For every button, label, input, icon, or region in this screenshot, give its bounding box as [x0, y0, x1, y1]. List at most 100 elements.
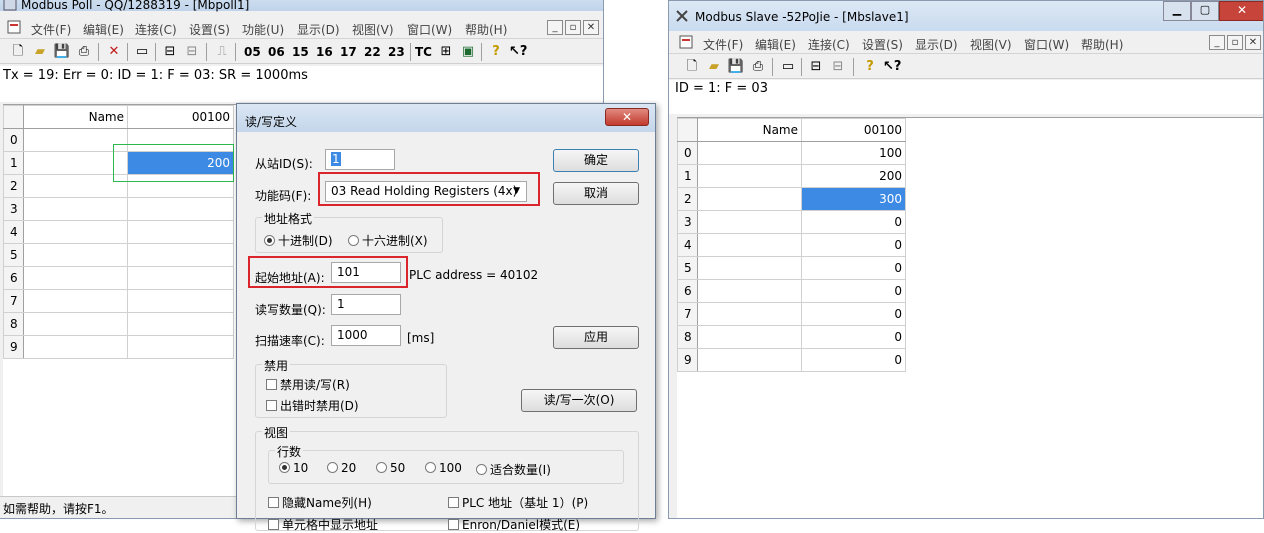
table-row[interactable]: 5 [3, 243, 234, 267]
table-row[interactable]: 90 [677, 348, 906, 372]
disable-rw-checkbox[interactable]: 禁用读/写(R) [266, 376, 350, 393]
fc-22-button[interactable]: 22 [364, 45, 381, 59]
table-row[interactable]: 80 [677, 325, 906, 349]
new-file-icon[interactable]: 🗋 [683, 58, 701, 76]
poll-menu-window[interactable]: 窗口(W) [407, 21, 452, 38]
slave-titlebar[interactable]: Modbus Slave -52PoJie - [Mbslave1] ▁ ▢ ✕ [669, 1, 1263, 31]
print-icon[interactable]: ⎙ [749, 58, 767, 76]
poll-col-addr[interactable]: 00100 [127, 105, 234, 129]
table-row[interactable]: 4 [3, 220, 234, 244]
disconnect-icon[interactable]: ⊟ [829, 58, 847, 76]
table-row[interactable]: 70 [677, 302, 906, 326]
table-row[interactable]: 0 100 [677, 141, 906, 165]
save-icon[interactable]: 💾 [727, 58, 745, 76]
disconnect-icon[interactable]: ⊟ [183, 43, 201, 61]
table-row[interactable]: 6 [3, 266, 234, 290]
slave-menu-file[interactable]: 文件(F) [703, 36, 743, 53]
help-icon[interactable]: ? [487, 43, 505, 61]
fc-23-button[interactable]: 23 [388, 45, 405, 59]
quantity-field[interactable]: 1 [331, 294, 401, 315]
table-row[interactable]: 30 [677, 210, 906, 234]
fc-17-button[interactable]: 17 [340, 45, 357, 59]
maximize-icon[interactable]: ▢ [1191, 1, 1219, 21]
monitor-icon[interactable]: ▣ [459, 43, 477, 61]
restore-icon[interactable]: ▫ [1227, 35, 1243, 50]
poll-menu-view[interactable]: 视图(V) [352, 21, 394, 38]
disable-on-error-checkbox[interactable]: 出错时禁用(D) [266, 397, 359, 414]
poll-col-name[interactable]: Name [23, 105, 128, 129]
plc-base-checkbox[interactable]: PLC 地址（基址 1）(P) [448, 494, 588, 511]
slave-col-name[interactable]: Name [697, 118, 802, 142]
open-folder-icon[interactable]: ▰ [31, 43, 49, 61]
slave-menu-window[interactable]: 窗口(W) [1024, 36, 1069, 53]
slave-doc-icon[interactable] [679, 35, 693, 49]
apply-button[interactable]: 应用 [553, 326, 639, 349]
minimize-icon[interactable]: _ [1209, 35, 1225, 50]
minimize-icon[interactable]: ▁ [1163, 1, 1191, 21]
table-row[interactable]: 7 [3, 289, 234, 313]
table-row[interactable]: 50 [677, 256, 906, 280]
fc-15-button[interactable]: 15 [292, 45, 309, 59]
slave-selected-cell[interactable]: 300 [801, 187, 906, 211]
decimal-radio[interactable]: 十进制(D) [264, 232, 333, 249]
poll-menu-display[interactable]: 显示(D) [297, 21, 340, 38]
slave-menu-edit[interactable]: 编辑(E) [755, 36, 796, 53]
hide-name-checkbox[interactable]: 隐藏Name列(H) [268, 494, 372, 511]
slave-menu-connect[interactable]: 连接(C) [808, 36, 850, 53]
table-row[interactable]: 1 200 [677, 164, 906, 188]
slave-menu-help[interactable]: 帮助(H) [1081, 36, 1123, 53]
connect-icon[interactable]: ⊟ [807, 58, 825, 76]
context-help-icon[interactable]: ↖? [509, 43, 527, 61]
poll-menu-setup[interactable]: 设置(S) [189, 21, 230, 38]
table-row[interactable]: 8 [3, 312, 234, 336]
rows-fit-radio[interactable]: 适合数量(I) [476, 461, 551, 478]
table-row[interactable]: 60 [677, 279, 906, 303]
rows-20-radio[interactable]: 20 [327, 461, 356, 475]
poll-titlebar[interactable]: Modbus Poll - QQ/1288319 - [Mbpoll1] [0, 0, 603, 12]
rows-100-radio[interactable]: 100 [425, 461, 462, 475]
ok-button[interactable]: 确定 [553, 149, 639, 172]
table-row[interactable]: 3 [3, 197, 234, 221]
restore-icon[interactable]: ▫ [565, 20, 581, 35]
close-icon[interactable]: ✕ [1219, 1, 1263, 21]
fc-16-button[interactable]: 16 [316, 45, 333, 59]
connect-icon[interactable]: ⊟ [161, 43, 179, 61]
close-icon[interactable]: ✕ [583, 20, 599, 35]
slave-col-addr[interactable]: 00100 [801, 118, 906, 142]
chart-icon[interactable]: ⊞ [437, 43, 455, 61]
table-row[interactable]: 2 300 [677, 187, 906, 211]
window-icon[interactable]: ▭ [133, 43, 151, 61]
print-icon[interactable]: ⎙ [75, 43, 93, 61]
context-help-icon[interactable]: ↖? [883, 58, 901, 76]
table-row[interactable]: 9 [3, 335, 234, 359]
save-icon[interactable]: 💾 [53, 43, 71, 61]
open-folder-icon[interactable]: ▰ [705, 58, 723, 76]
poll-menu-help[interactable]: 帮助(H) [465, 21, 507, 38]
close-icon[interactable]: ✕ [605, 108, 649, 126]
window-icon[interactable]: ▭ [779, 58, 797, 76]
close-icon[interactable]: ✕ [1245, 35, 1261, 50]
delete-icon[interactable]: ✕ [105, 43, 123, 61]
scan-rate-field[interactable]: 1000 [331, 325, 401, 346]
slave-menu-display[interactable]: 显示(D) [915, 36, 958, 53]
rows-10-radio[interactable]: 10 [279, 461, 308, 475]
slave-menu-view[interactable]: 视图(V) [970, 36, 1012, 53]
read-write-once-button[interactable]: 读/写一次(O) [521, 389, 637, 412]
poll-menu-function[interactable]: 功能(U) [242, 21, 284, 38]
poll-menu-file[interactable]: 文件(F) [31, 21, 71, 38]
help-icon[interactable]: ? [861, 58, 879, 76]
minimize-icon[interactable]: _ [547, 20, 563, 35]
fc-05-button[interactable]: 05 [244, 45, 261, 59]
new-file-icon[interactable]: 🗋 [9, 43, 27, 61]
tc-button[interactable]: TC [415, 45, 432, 59]
cancel-button[interactable]: 取消 [553, 182, 639, 205]
slave-id-field[interactable]: 1 [325, 149, 395, 170]
poll-doc-icon[interactable] [7, 20, 21, 34]
rows-50-radio[interactable]: 50 [376, 461, 405, 475]
fc-06-button[interactable]: 06 [268, 45, 285, 59]
slave-menu-setup[interactable]: 设置(S) [862, 36, 903, 53]
table-row[interactable]: 40 [677, 233, 906, 257]
dialog-titlebar[interactable]: 读/写定义 ✕ [237, 104, 655, 132]
pulse-icon[interactable]: ⎍ [213, 43, 231, 61]
poll-menu-edit[interactable]: 编辑(E) [83, 21, 124, 38]
